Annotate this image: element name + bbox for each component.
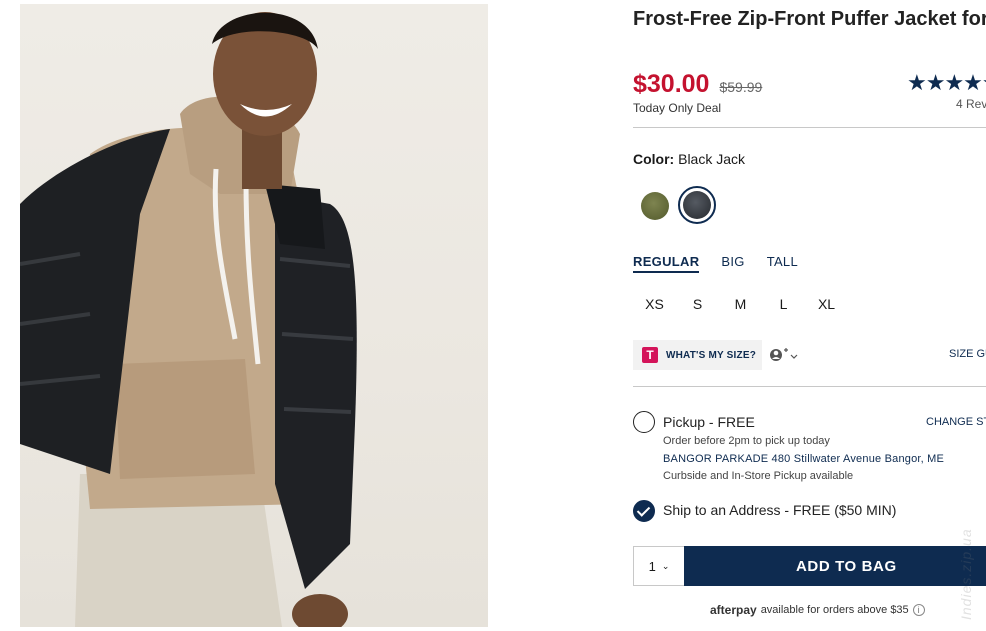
change-store-link[interactable]: CHANGE STORE [926,416,986,428]
size-xl[interactable]: XL [805,296,848,312]
chevron-down-icon: ⌄ [661,560,670,571]
color-label: Color: [633,151,675,167]
quantity-value: 1 [648,558,656,574]
store-address-link[interactable]: BANGOR PARKADE 480 Stillwater Avenue Ban… [663,453,944,465]
product-details-panel: Frost-Free Zip-Front Puffer Jacket for M… [633,0,986,631]
size-guide-link[interactable]: SIZE GUIDE [949,348,986,360]
pickup-radio[interactable] [633,411,655,433]
pickup-order-before: Order before 2pm to pick up today [663,435,830,447]
reviews-link[interactable]: 4 Reviews [956,97,986,111]
divider [633,386,986,387]
original-price: $59.99 [719,79,763,95]
swatch-black-jack[interactable] [678,186,716,224]
size-m[interactable]: M [719,296,762,312]
add-to-bag-button[interactable]: ADD TO BAG [684,546,986,586]
divider [633,127,986,128]
watermark-text: Indies.zip.ua [958,528,974,620]
tab-tall[interactable]: TALL [767,254,798,273]
price-row: $30.00 $59.99 [633,70,762,99]
ship-radio[interactable] [633,500,655,522]
truefit-logo-icon: T [642,347,658,363]
sale-price: $30.00 [633,70,710,98]
product-title: Frost-Free Zip-Front Puffer Jacket for M… [633,8,986,30]
size-xs[interactable]: XS [633,296,676,312]
swatch-olive[interactable] [641,192,669,220]
size-l[interactable]: L [762,296,805,312]
pickup-label: Pickup - FREE [663,414,755,430]
model-illustration [20,12,357,627]
color-selected-value: Black Jack [678,151,746,167]
color-selection-label: Color: Black Jack [633,151,745,167]
afterpay-note: afterpay available for orders above $35 … [710,603,925,617]
whats-my-size-label: WHAT'S MY SIZE? [666,349,757,361]
afterpay-logo: afterpay [710,603,757,617]
deal-label: Today Only Deal [633,101,722,115]
profile-avatar-icon[interactable] [769,346,801,364]
info-icon[interactable]: i [912,604,925,616]
product-photo [20,4,488,627]
whats-my-size-button[interactable]: T WHAT'S MY SIZE? [633,340,762,370]
rating-stars[interactable]: ★★★★★ [907,70,986,96]
tab-big[interactable]: BIG [721,254,744,273]
afterpay-text: available for orders above $35 [760,604,909,616]
tab-regular[interactable]: REGULAR [633,254,700,273]
curbside-note: Curbside and In-Store Pickup available [663,470,854,482]
ship-label: Ship to an Address - FREE ($50 MIN) [663,502,897,518]
size-s[interactable]: S [676,296,719,312]
quantity-select[interactable]: 1 ⌄ [633,546,685,586]
fit-tabs: REGULAR BIG TALL [633,254,820,273]
size-options: XS S M L XL [633,296,848,312]
